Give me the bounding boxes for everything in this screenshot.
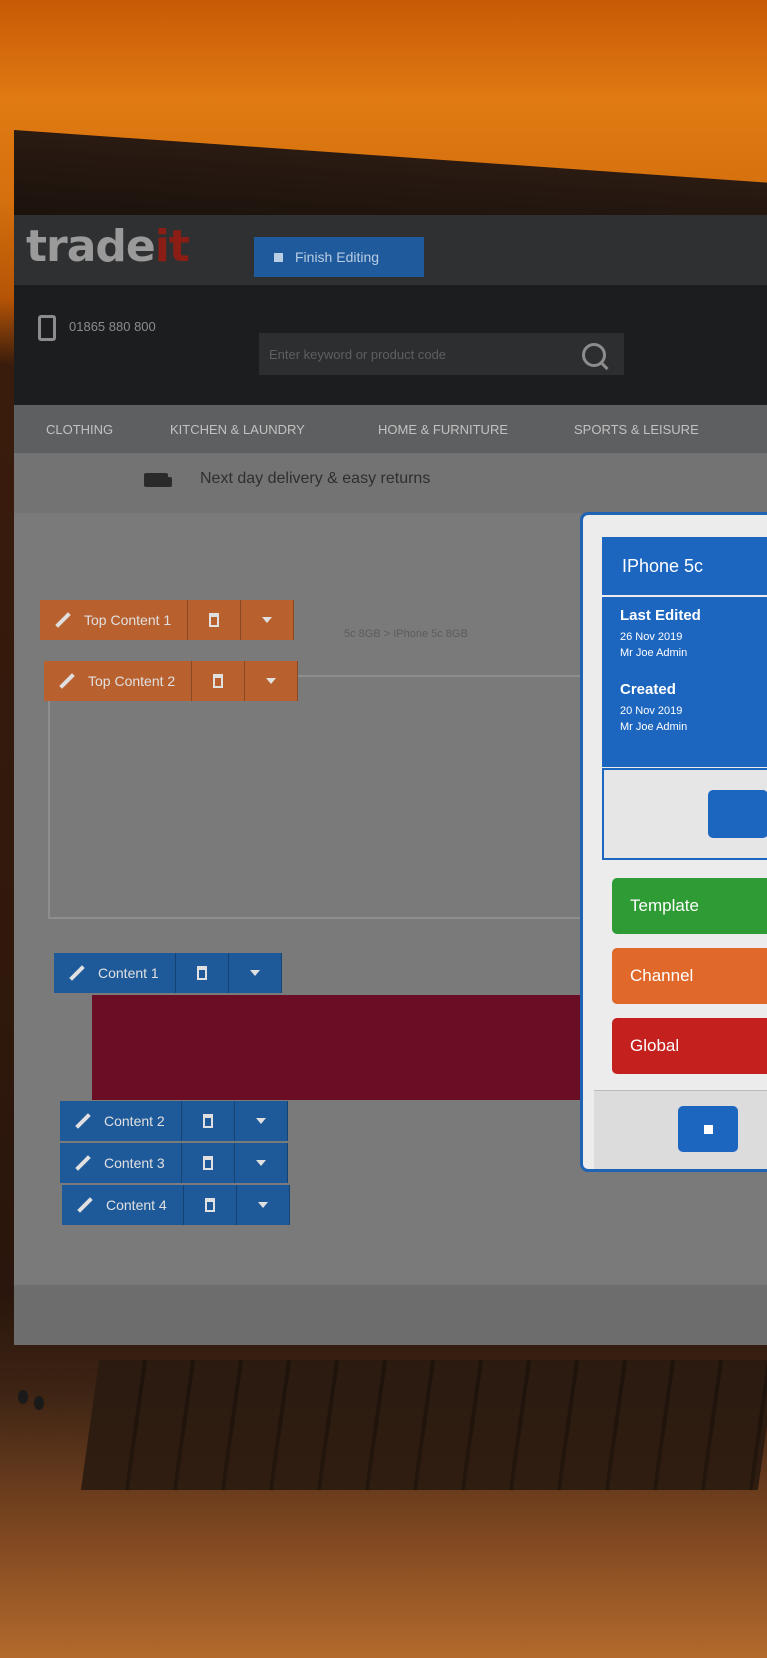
chevron-down-icon: [266, 678, 277, 684]
options-content-4-button[interactable]: [236, 1185, 290, 1225]
truck-icon: [144, 473, 172, 487]
search-input[interactable]: Enter keyword or product code: [259, 333, 624, 375]
trash-icon: [196, 966, 207, 980]
options-content-2-button[interactable]: [234, 1101, 288, 1141]
nav-item-clothing[interactable]: CLOTHING: [46, 405, 113, 453]
edit-bar-top-content-1: Top Content 1: [40, 600, 295, 640]
edit-top-content-2-button[interactable]: Top Content 2: [44, 661, 193, 701]
pencil-icon: [69, 965, 85, 981]
trash-icon: [204, 1198, 215, 1212]
site-logo: tradeit: [26, 221, 190, 272]
delivery-text: Next day delivery & easy returns: [200, 470, 431, 487]
chevron-down-icon: [255, 1160, 266, 1166]
chevron-down-icon: [262, 617, 273, 623]
global-scope-button[interactable]: Global: [612, 1018, 767, 1074]
options-top-content-1-button[interactable]: [241, 600, 295, 640]
pencil-icon: [55, 612, 71, 628]
delete-content-3-button[interactable]: [181, 1143, 235, 1183]
nav-item-kitchen-laundry[interactable]: KITCHEN & LAUNDRY: [170, 405, 305, 453]
edit-content-1-button[interactable]: Content 1: [54, 953, 176, 993]
last-edited-heading: Last Edited: [620, 607, 701, 624]
delete-content-4-button[interactable]: [183, 1185, 237, 1225]
top-content-frame: [48, 675, 612, 919]
trash-icon: [202, 1156, 213, 1170]
stop-icon: [703, 1124, 713, 1134]
breadcrumb: 5c 8GB > IPhone 5c 8GB: [344, 628, 468, 640]
panel-stop-button[interactable]: [678, 1106, 738, 1152]
laptop-keyboard: [80, 1360, 767, 1490]
delete-content-1-button[interactable]: [175, 953, 229, 993]
trash-icon: [202, 1114, 213, 1128]
edit-info-box: Last Edited 26 Nov 2019 Mr Joe Admin Cre…: [602, 597, 767, 767]
panel-action-button[interactable]: [708, 790, 767, 838]
usb-port-icon: [34, 1396, 44, 1410]
last-edited-date: 26 Nov 2019: [620, 631, 683, 643]
created-by: Mr Joe Admin: [620, 721, 688, 733]
page-footer-strip: [14, 1285, 767, 1345]
edit-bar-top-content-2: Top Content 2: [44, 661, 299, 701]
chevron-down-icon: [257, 1202, 268, 1208]
edit-top-content-1-button[interactable]: Top Content 1: [40, 600, 189, 640]
created-date: 20 Nov 2019: [620, 705, 683, 717]
template-scope-button[interactable]: Template: [612, 878, 767, 934]
headphone-port-icon: [18, 1390, 28, 1404]
chevron-down-icon: [249, 970, 260, 976]
edit-bar-content-3: Content 3: [60, 1143, 288, 1183]
phone-icon: [38, 315, 56, 341]
pencil-icon: [75, 1113, 91, 1129]
delete-content-2-button[interactable]: [181, 1101, 235, 1141]
pencil-icon: [59, 673, 75, 689]
edit-content-4-button[interactable]: Content 4: [62, 1185, 184, 1225]
channel-scope-button[interactable]: Channel: [612, 948, 767, 1004]
trash-icon: [209, 613, 220, 627]
main-nav: CLOTHING KITCHEN & LAUNDRY HOME & FURNIT…: [14, 405, 767, 453]
delete-top-content-1-button[interactable]: [188, 600, 242, 640]
delete-top-content-2-button[interactable]: [192, 661, 246, 701]
created-heading: Created: [620, 681, 676, 698]
trash-icon: [213, 674, 224, 688]
options-top-content-2-button[interactable]: [245, 661, 299, 701]
options-content-3-button[interactable]: [234, 1143, 288, 1183]
search-icon[interactable]: [582, 343, 606, 367]
phone-number: 01865 880 800: [69, 319, 156, 334]
edit-content-2-button[interactable]: Content 2: [60, 1101, 182, 1141]
options-content-1-button[interactable]: [228, 953, 282, 993]
edit-bar-content-2: Content 2: [60, 1101, 288, 1141]
content-1-block: [92, 995, 632, 1100]
edit-content-3-button[interactable]: Content 3: [60, 1143, 182, 1183]
edit-bar-content-1: Content 1: [54, 953, 282, 993]
finish-editing-button[interactable]: Finish Editing: [254, 237, 424, 277]
chevron-down-icon: [255, 1118, 266, 1124]
stop-icon: [274, 252, 283, 262]
pencil-icon: [75, 1155, 91, 1171]
last-edited-by: Mr Joe Admin: [620, 647, 688, 659]
nav-item-home-furniture[interactable]: HOME & FURNITURE: [378, 405, 508, 453]
edit-bar-content-4: Content 4: [62, 1185, 290, 1225]
panel-title: IPhone 5c: [602, 537, 767, 595]
nav-item-sports-leisure[interactable]: SPORTS & LEISURE: [574, 405, 699, 453]
pencil-icon: [77, 1197, 93, 1213]
